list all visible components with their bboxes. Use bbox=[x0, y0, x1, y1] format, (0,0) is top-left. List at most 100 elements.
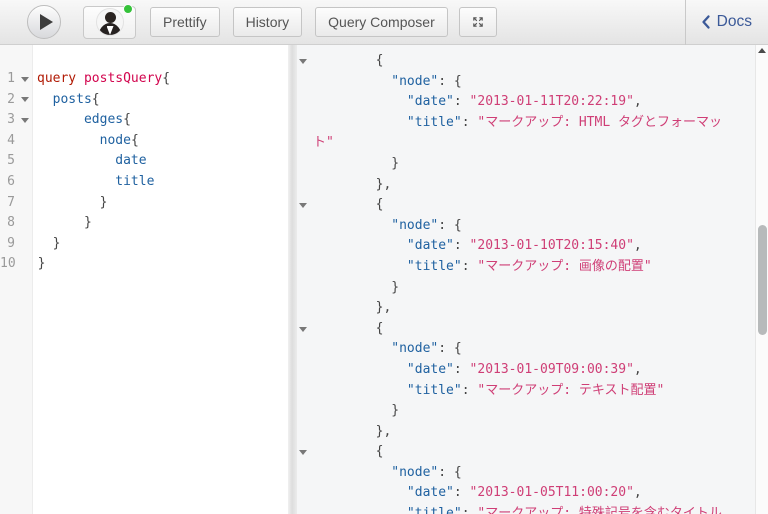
code-text: node{ bbox=[33, 131, 139, 152]
code-text: }, bbox=[309, 298, 391, 319]
code-text: } bbox=[33, 193, 107, 214]
code-text: "date": "2013-01-09T09:00:39", bbox=[309, 360, 642, 381]
query-code[interactable]: 1query postsQuery{2 posts{3 edges{4 node… bbox=[0, 45, 288, 275]
chevron-left-icon bbox=[700, 14, 711, 30]
result-line: ト" bbox=[297, 133, 768, 154]
line-number: 1 bbox=[0, 69, 16, 90]
result-json: { "node": { "date": "2013-01-11T20:22:19… bbox=[297, 45, 768, 514]
code-text: } bbox=[33, 213, 92, 234]
line-number: 10 bbox=[0, 254, 17, 275]
result-line: "title": "マークアップ: 画像の配置" bbox=[297, 257, 768, 278]
code-text: } bbox=[309, 154, 399, 175]
code-text: "node": { bbox=[309, 463, 462, 484]
result-line: "date": "2013-01-09T09:00:39", bbox=[297, 360, 768, 381]
line-number: 5 bbox=[0, 151, 16, 172]
result-line: "title": "マークアップ: HTML タグとフォーマッ bbox=[297, 113, 768, 134]
code-text: } bbox=[309, 401, 399, 422]
fold-gutter bbox=[297, 450, 309, 455]
toolbar: Prettify History Query Composer Docs bbox=[0, 0, 768, 45]
line-number: 8 bbox=[0, 213, 16, 234]
code-text: "title": "マークアップ: HTML タグとフォーマッ bbox=[309, 113, 722, 134]
docs-link-label: Docs bbox=[717, 13, 752, 31]
code-text: "date": "2013-01-05T11:00:20", bbox=[309, 483, 642, 504]
pane-resize-divider[interactable] bbox=[288, 45, 297, 514]
fold-gutter bbox=[16, 97, 33, 102]
code-text: { bbox=[309, 195, 383, 216]
code-line: 10} bbox=[0, 254, 288, 275]
fold-gutter bbox=[297, 59, 309, 64]
result-line: { bbox=[297, 442, 768, 463]
result-line: "node": { bbox=[297, 216, 768, 237]
code-text: "title": "マークアップ: 特殊記号を含むタイトル bbox=[309, 504, 722, 514]
result-line: }, bbox=[297, 422, 768, 443]
avatar-button[interactable] bbox=[83, 6, 136, 39]
code-text: { bbox=[309, 319, 383, 340]
query-composer-button[interactable]: Query Composer bbox=[315, 7, 448, 37]
code-text: } bbox=[34, 254, 46, 275]
play-icon bbox=[40, 14, 53, 30]
result-line: "date": "2013-01-05T11:00:20", bbox=[297, 483, 768, 504]
code-line: 5 date bbox=[0, 151, 288, 172]
result-scrollbar[interactable] bbox=[755, 45, 768, 514]
line-number: 7 bbox=[0, 193, 16, 214]
fold-arrow-icon[interactable] bbox=[299, 327, 307, 332]
scrollbar-thumb[interactable] bbox=[758, 225, 767, 335]
fold-gutter bbox=[16, 118, 33, 123]
code-line: 7 } bbox=[0, 193, 288, 214]
result-line: } bbox=[297, 278, 768, 299]
code-line: 9 } bbox=[0, 234, 288, 255]
query-editor[interactable]: 1query postsQuery{2 posts{3 edges{4 node… bbox=[0, 45, 288, 514]
result-line: { bbox=[297, 319, 768, 340]
result-line: "title": "マークアップ: テキスト配置" bbox=[297, 381, 768, 402]
result-line: { bbox=[297, 195, 768, 216]
code-text: { bbox=[309, 51, 383, 72]
line-number: 9 bbox=[0, 234, 16, 255]
result-line: } bbox=[297, 401, 768, 422]
line-number: 6 bbox=[0, 172, 16, 193]
execute-query-button[interactable] bbox=[27, 5, 61, 39]
code-text: "node": { bbox=[309, 339, 462, 360]
fold-gutter bbox=[297, 203, 309, 208]
line-number: 2 bbox=[0, 90, 16, 111]
code-text: }, bbox=[309, 175, 391, 196]
fold-arrow-icon[interactable] bbox=[299, 59, 307, 64]
code-text: posts{ bbox=[33, 90, 100, 111]
code-text: date bbox=[33, 151, 147, 172]
code-line: 6 title bbox=[0, 172, 288, 193]
fullscreen-icon bbox=[472, 14, 484, 30]
fold-arrow-icon[interactable] bbox=[21, 97, 29, 102]
result-line: "node": { bbox=[297, 72, 768, 93]
fold-gutter bbox=[16, 77, 33, 82]
code-text: "date": "2013-01-11T20:22:19", bbox=[309, 92, 642, 113]
main-area: 1query postsQuery{2 posts{3 edges{4 node… bbox=[0, 45, 768, 514]
fold-arrow-icon[interactable] bbox=[21, 77, 29, 82]
scroll-up-arrow-icon[interactable] bbox=[758, 48, 766, 53]
result-viewer: { "node": { "date": "2013-01-11T20:22:19… bbox=[297, 45, 768, 514]
result-line: "node": { bbox=[297, 339, 768, 360]
fold-arrow-icon[interactable] bbox=[299, 203, 307, 208]
code-text: query postsQuery{ bbox=[33, 69, 170, 90]
code-text: "title": "マークアップ: 画像の配置" bbox=[309, 257, 652, 278]
code-text: edges{ bbox=[33, 110, 131, 131]
code-text: "title": "マークアップ: テキスト配置" bbox=[309, 381, 664, 402]
code-text: ト" bbox=[309, 133, 334, 154]
prettify-button[interactable]: Prettify bbox=[150, 7, 220, 37]
code-text: "node": { bbox=[309, 216, 462, 237]
user-avatar bbox=[96, 8, 124, 36]
fullscreen-button[interactable] bbox=[459, 7, 497, 37]
docs-link[interactable]: Docs bbox=[685, 0, 768, 45]
result-line: }, bbox=[297, 175, 768, 196]
result-line: "node": { bbox=[297, 463, 768, 484]
fold-arrow-icon[interactable] bbox=[299, 450, 307, 455]
line-number: 4 bbox=[0, 131, 16, 152]
code-text: "node": { bbox=[309, 72, 462, 93]
code-text: }, bbox=[309, 422, 391, 443]
result-line: { bbox=[297, 51, 768, 72]
result-line: "date": "2013-01-10T20:15:40", bbox=[297, 236, 768, 257]
fold-arrow-icon[interactable] bbox=[21, 118, 29, 123]
code-line: 3 edges{ bbox=[0, 110, 288, 131]
history-button[interactable]: History bbox=[233, 7, 303, 37]
code-line: 2 posts{ bbox=[0, 90, 288, 111]
code-text: title bbox=[33, 172, 154, 193]
code-line: 4 node{ bbox=[0, 131, 288, 152]
